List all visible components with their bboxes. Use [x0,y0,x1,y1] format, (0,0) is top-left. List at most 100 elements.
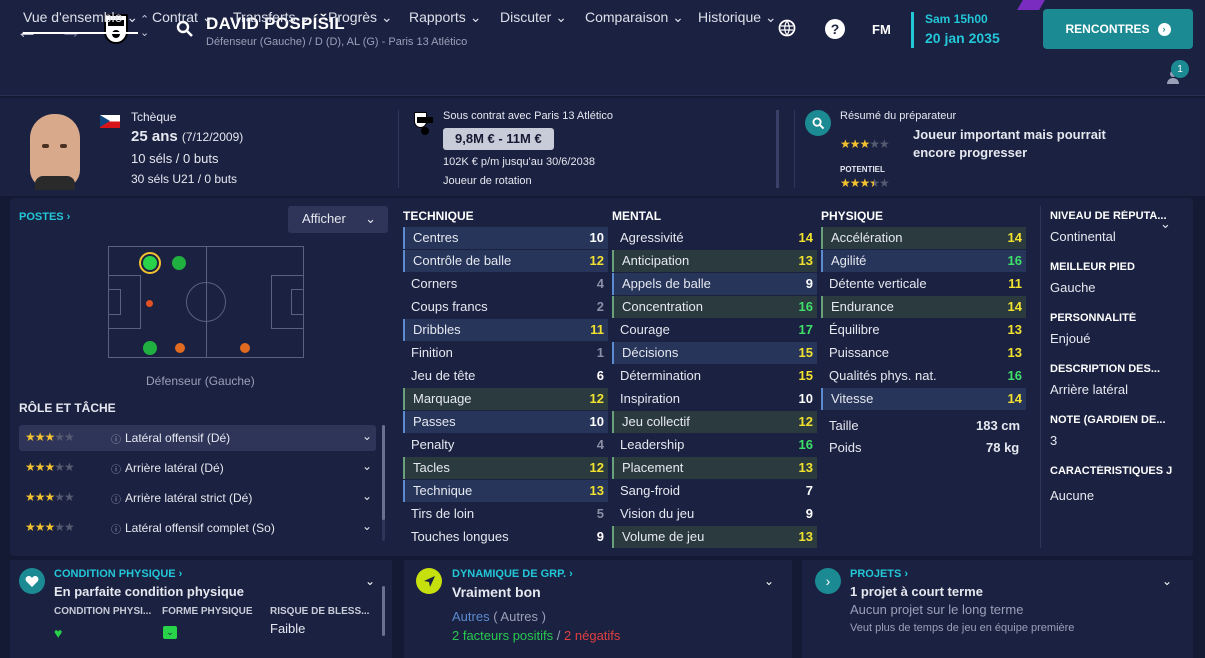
info-icon[interactable]: ⓘ [111,461,121,476]
role-name: Latéral offensif (Dé) [125,431,231,445]
info-icon[interactable]: ⓘ [111,431,121,446]
attribute-row[interactable]: Vision du jeu 9 [612,503,817,525]
attribute-row[interactable]: Volume de jeu 13 [612,526,817,548]
attribute-row[interactable]: Qualités phys. nat. 16 [821,365,1026,387]
attribute-row[interactable]: Dribbles 11 [403,319,608,341]
attribute-name: Accélération [831,230,903,245]
positions-link[interactable]: POSTES › [19,211,70,223]
attribute-row[interactable]: Coups francs 2 [403,296,608,318]
negative-factors[interactable]: 2 négatifs [564,628,620,643]
attribute-row[interactable]: Tacles 12 [403,457,608,479]
chevron-right-circle-icon: › [815,568,841,594]
role-row[interactable]: ★★★★★ ⓘ Arrière latéral (Dé) ⌄ [19,455,376,481]
role-name: Latéral offensif complet (So) [125,521,275,535]
chevron-down-icon[interactable]: ⌄ [362,519,372,533]
attribute-row[interactable]: Équilibre 13 [821,319,1026,341]
attribute-row[interactable]: Inspiration 10 [612,388,817,410]
player-subtitle: Défenseur (Gauche) / D (D), AL (G) - Par… [206,36,468,48]
tab-contrat[interactable]: Contrat ⌄ [152,9,214,26]
tab-progres[interactable]: Progrès ⌄ [328,9,393,26]
attribute-row[interactable]: Accélération 14 [821,227,1026,249]
chevron-down-icon[interactable]: ⌄ [764,574,774,588]
attribute-row[interactable]: Tirs de loin 5 [403,503,608,525]
tab-vue-ensemble[interactable]: Vue d'ensemble ⌄ [23,9,139,34]
condition-link[interactable]: CONDITION PHYSIQUE › [54,568,182,580]
attribute-row[interactable]: Concentration 16 [612,296,817,318]
afficher-dropdown[interactable]: Afficher ⌄ [288,206,388,233]
tab-label: Contrat [152,9,198,25]
player-switch-icon[interactable]: ⌃ ⌄ [140,14,149,40]
attribute-row[interactable]: Contrôle de balle 12 [403,250,608,272]
rencontres-button[interactable]: RENCONTRES › [1043,9,1193,49]
dynamics-link[interactable]: DYNAMIQUE DE GRP. › [452,568,573,580]
role-row[interactable]: ★★★★★ ⓘ Latéral offensif complet (So) ⌄ [19,515,376,541]
role-row[interactable]: ★★★★★ ⓘ Arrière latéral strict (Dé) ⌄ [19,485,376,511]
attribute-row[interactable]: Endurance 14 [821,296,1026,318]
chevron-down-icon[interactable]: ⌄ [362,459,372,473]
attribute-row[interactable]: Technique 13 [403,480,608,502]
attribute-row[interactable]: Jeu de tête 6 [403,365,608,387]
position-label: Défenseur (Gauche) [146,374,255,388]
chevron-down-icon[interactable]: ⌄ [1162,574,1172,588]
tab-comparaison[interactable]: Comparaison ⌄ [585,9,684,26]
positive-factors[interactable]: 2 facteurs positifs [452,628,553,643]
attribute-row[interactable]: Passes 10 [403,411,608,433]
attribute-row[interactable]: Agilité 16 [821,250,1026,272]
pitch-diagram[interactable] [108,246,304,358]
attribute-name: Endurance [831,299,894,314]
nationality[interactable]: Tchèque [131,110,176,124]
attribute-row[interactable]: Centres 10 [403,227,608,249]
scrollbar[interactable] [776,110,779,188]
attribute-name: Centres [413,230,459,245]
chevron-down-icon[interactable]: ⌄ [1160,216,1171,232]
info-icon[interactable]: ⓘ [111,521,121,536]
condition-scrollbar[interactable] [382,586,385,636]
attribute-row[interactable]: Détente verticale 11 [821,273,1026,295]
attribute-value: 12 [798,414,813,429]
attribute-row[interactable]: Appels de balle 9 [612,273,817,295]
attribute-row[interactable]: Leadership 16 [612,434,817,456]
info-icon[interactable]: ⓘ [111,491,121,506]
attribute-row[interactable]: Finition 1 [403,342,608,364]
chevron-down-icon[interactable]: ⌄ [362,429,372,443]
attribute-name: Contrôle de balle [413,253,512,268]
date-box[interactable]: Sam 15h00 20 jan 2035 [911,12,1000,48]
attribute-row[interactable]: Jeu collectif 12 [612,411,817,433]
attribute-row[interactable]: Puissance 13 [821,342,1026,364]
age-value: 25 ans [131,128,178,145]
attribute-row[interactable]: Courage 17 [612,319,817,341]
search-icon[interactable] [805,110,831,136]
attribute-row[interactable]: Décisions 15 [612,342,817,364]
role-row[interactable]: ★★★★★ ⓘ Latéral offensif (Dé) ⌄ [19,425,376,451]
attribute-value: 7 [805,483,813,498]
fm-logo[interactable]: FM [872,22,891,37]
attribute-row[interactable]: Vitesse 14 [821,388,1026,410]
tab-discuter[interactable]: Discuter ⌄ [500,9,567,26]
attribute-name: Anticipation [622,253,690,268]
attribute-row[interactable]: Détermination 15 [612,365,817,387]
chevron-down-icon[interactable]: ⌄ [362,489,372,503]
caps: 10 séls / 0 buts [131,151,219,166]
injury-risk-col: RISQUE DE BLESS... [270,606,370,617]
role-name: Arrière latéral (Dé) [125,461,224,475]
notification-badge[interactable]: 1 [1171,60,1189,78]
globe-icon[interactable] [778,19,796,40]
chevron-down-icon[interactable]: ⌄ [365,574,375,588]
tab-rapports[interactable]: Rapports ⌄ [409,9,481,26]
attribute-row[interactable]: Anticipation 13 [612,250,817,272]
tab-historique[interactable]: Historique ⌄ [698,9,777,26]
contract-info[interactable]: Sous contrat avec Paris 13 Atlético [443,110,613,122]
attribute-row[interactable]: Corners 4 [403,273,608,295]
projects-link[interactable]: PROJETS › [850,568,908,580]
attribute-row[interactable]: Sang-froid 7 [612,480,817,502]
attribute-row[interactable]: Touches longues 9 [403,526,608,548]
attribute-row[interactable]: Agressivité 14 [612,227,817,249]
dynamics-group[interactable]: Autres ( Autres ) [452,609,546,624]
attribute-row[interactable]: Penalty 4 [403,434,608,456]
roles-scrollbar[interactable] [382,425,385,541]
attribute-row[interactable]: Placement 13 [612,457,817,479]
tab-transferts[interactable]: Transferts ⌄ [233,9,311,26]
help-icon[interactable]: ? [825,19,845,39]
attribute-name: Appels de balle [622,276,711,291]
attribute-row[interactable]: Marquage 12 [403,388,608,410]
